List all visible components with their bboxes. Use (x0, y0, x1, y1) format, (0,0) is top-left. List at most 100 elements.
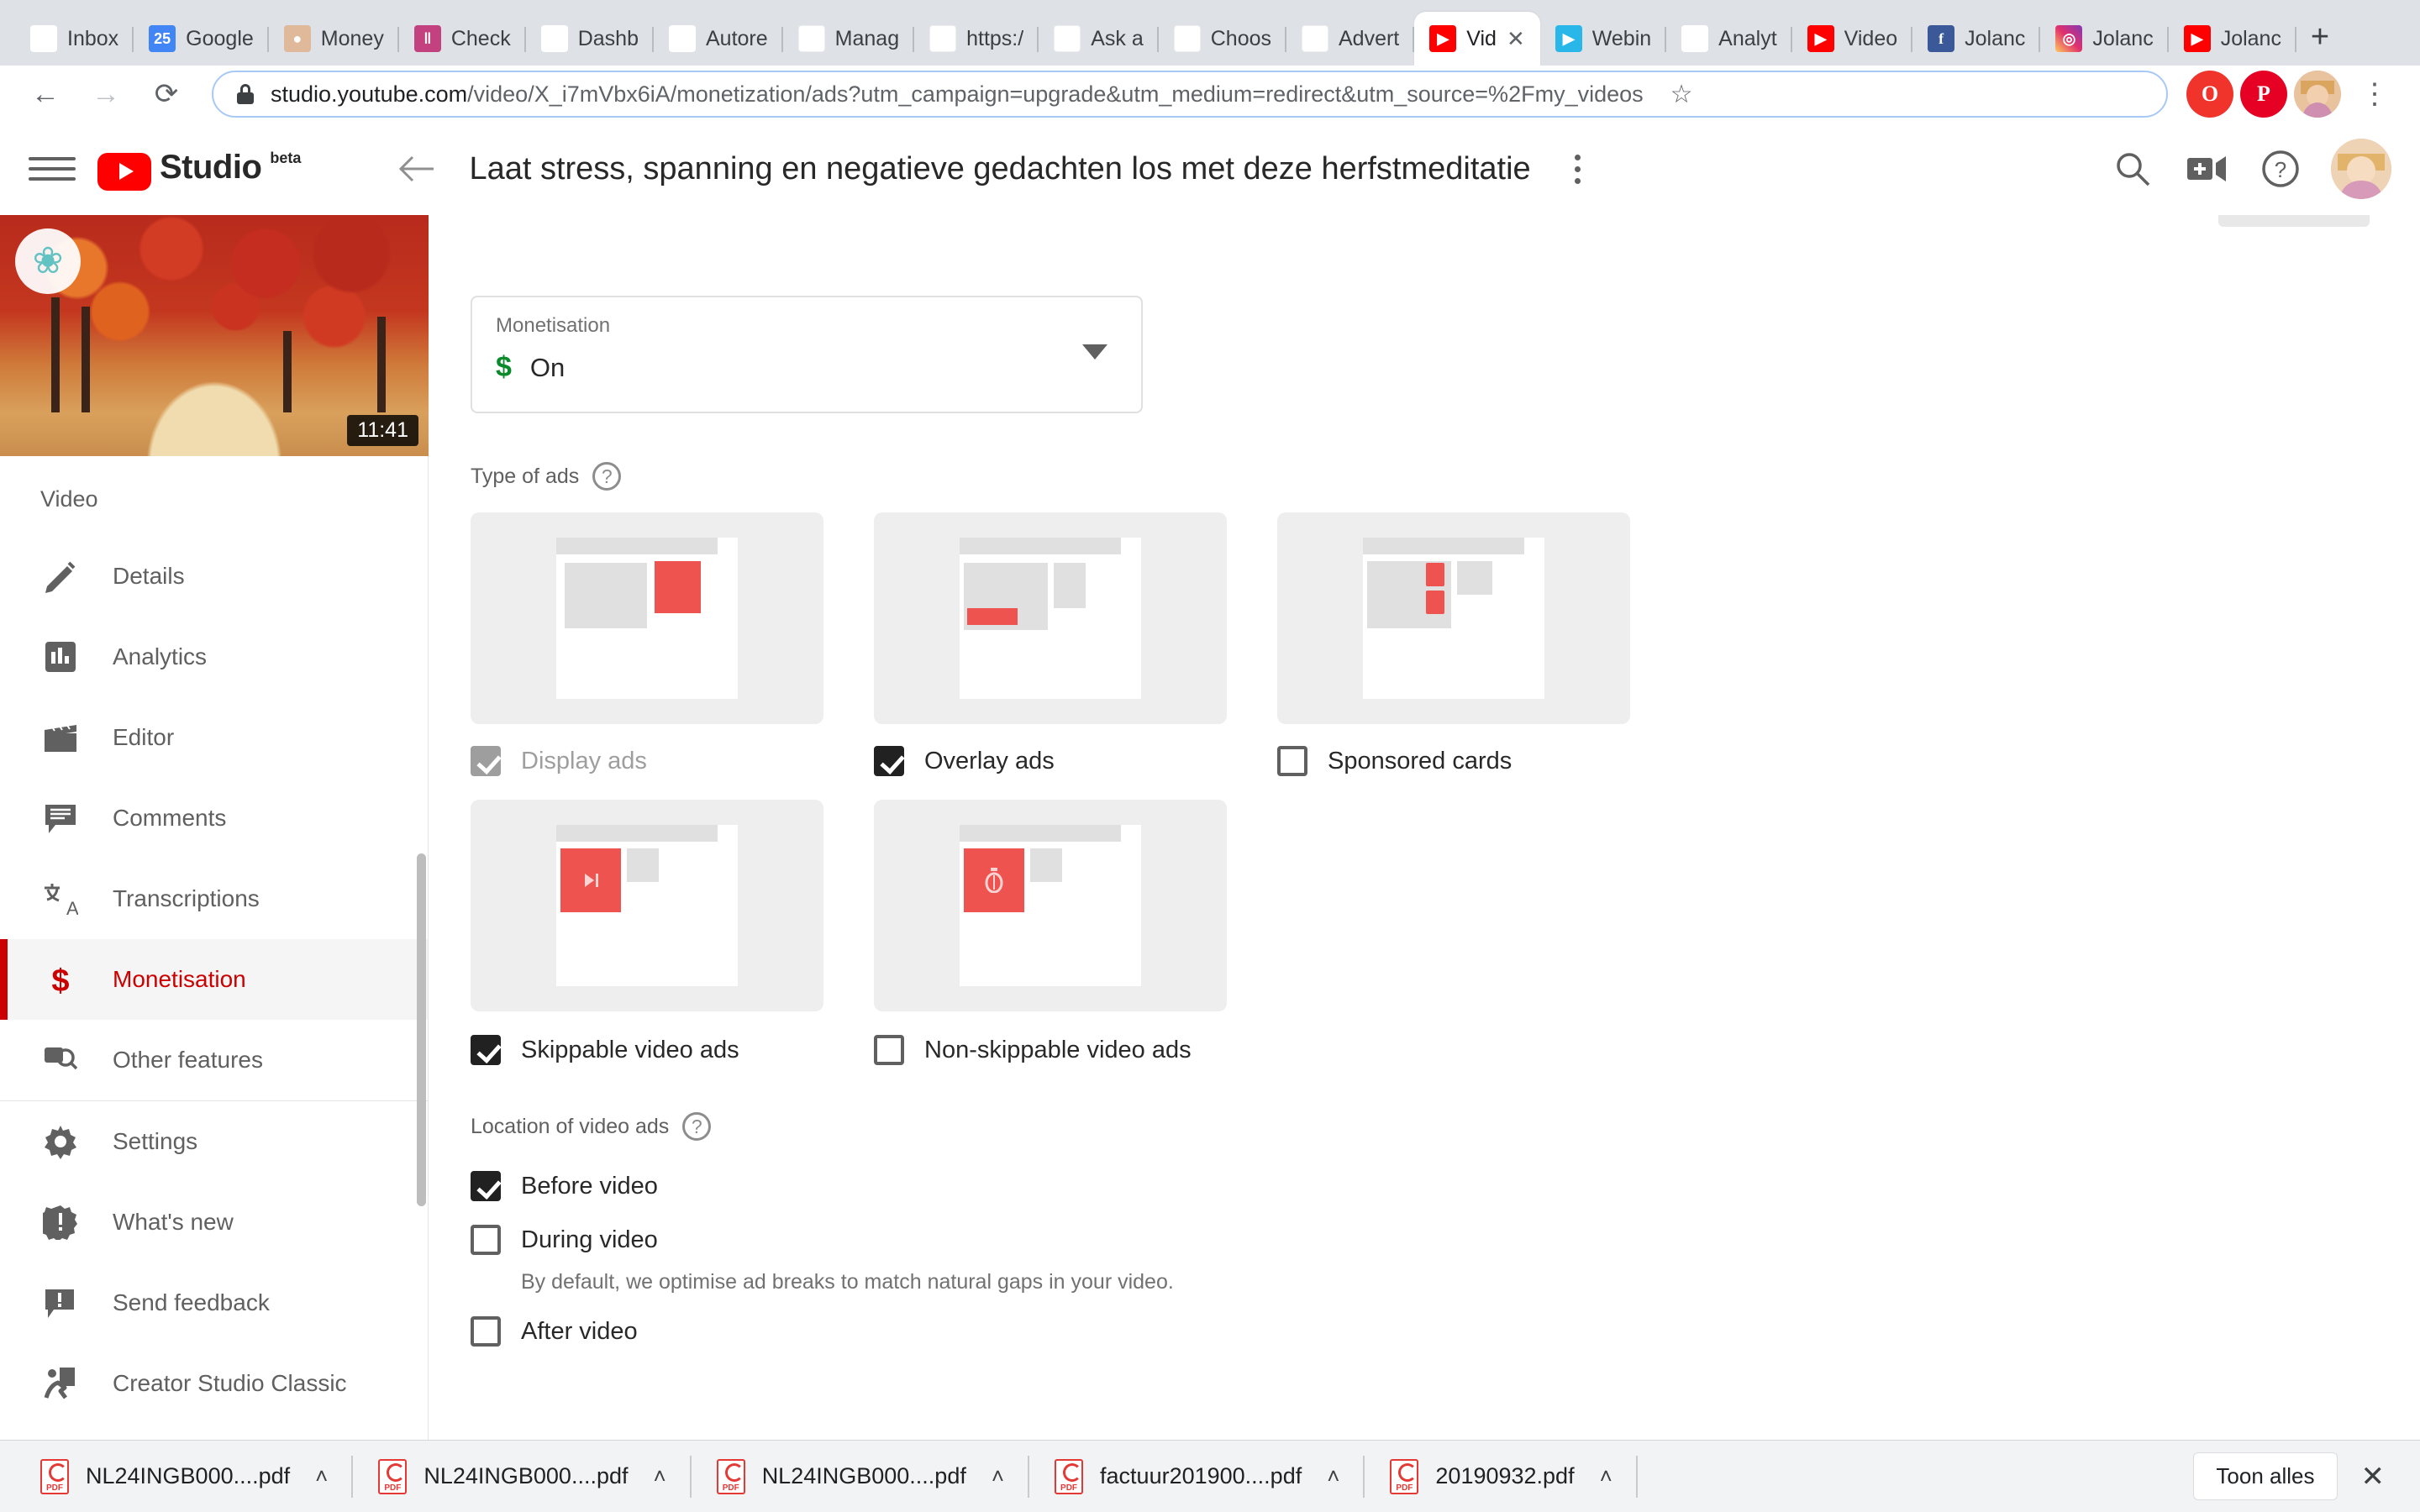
checkbox-during-video[interactable]: During video (471, 1213, 2420, 1267)
sidebar-scrollbar[interactable] (417, 853, 426, 1206)
browser-tab[interactable]: ▶ Vid ✕ (1414, 12, 1540, 66)
search-icon[interactable] (2101, 137, 2165, 201)
browser-tab[interactable]: ▶ Jolanc (2169, 12, 2296, 66)
checkbox-box[interactable] (874, 1035, 904, 1065)
download-item[interactable]: PDF factuur201900....pdf ˄ (1029, 1451, 1365, 1503)
help-icon[interactable]: ? (592, 462, 622, 491)
close-download-bar-icon[interactable]: ✕ (2361, 1460, 2386, 1494)
tab-label: Ask a (1091, 26, 1144, 50)
sidebar-item-creator-studio-classic[interactable]: Creator Studio Classic (0, 1343, 428, 1424)
create-video-icon[interactable] (2175, 137, 2238, 201)
omnibox-bar: ← → ⟳ studio.youtube.com/video/X_i7mVbx6… (0, 66, 2420, 123)
browser-tab[interactable]: 25 Google (134, 12, 269, 66)
video-thumbnail[interactable]: ❀ 11:41 (0, 215, 429, 456)
checkbox-skippable-video-ads[interactable]: Skippable video ads (471, 1035, 874, 1065)
sidebar-item-details[interactable]: Details (0, 536, 428, 617)
help-icon[interactable]: ? (682, 1112, 712, 1141)
studio-body: ❀ 11:41 Video Details Analytics Editor Comm… (0, 215, 2420, 1440)
checkbox-box[interactable] (471, 1316, 501, 1347)
browser-tab[interactable]: Ghttps:/ (914, 12, 1039, 66)
tab-label: Check (450, 26, 511, 50)
browser-tab[interactable]: ● Money (269, 12, 399, 66)
new-tab-button[interactable]: + (2296, 13, 2344, 60)
browser-tab[interactable]: G Advert (1286, 12, 1415, 66)
account-avatar[interactable] (2331, 139, 2391, 199)
browser-tab[interactable]: ▶ Video (1792, 12, 1913, 66)
checkbox-label: Overlay ads (924, 747, 1055, 774)
checkbox-overlay-ads[interactable]: Overlay ads (874, 746, 1277, 776)
skippable-ads-mockup (556, 825, 738, 986)
address-bar[interactable]: studio.youtube.com/video/X_i7mVbx6iA/mon… (212, 71, 2168, 118)
checkbox-sponsored-cards[interactable]: Sponsored cards (1277, 746, 1512, 776)
sidebar-item-label: Comments (113, 805, 227, 831)
close-icon[interactable]: ✕ (1507, 28, 1525, 50)
sidebar-item-editor[interactable]: Editor (0, 697, 428, 778)
chevron-down-icon[interactable] (1082, 344, 1107, 360)
checkbox-box[interactable] (471, 1171, 501, 1201)
browser-tab[interactable]: ℒ Autore (654, 12, 783, 66)
checkbox-after-video[interactable]: After video (471, 1305, 2420, 1358)
chevron-up-icon[interactable]: ˄ (992, 1463, 1004, 1489)
checkbox-before-video[interactable]: Before video (471, 1159, 2420, 1213)
browser-tab[interactable]: G Manag (783, 12, 915, 66)
more-options-icon[interactable] (1553, 144, 1603, 194)
browser-tab[interactable]: f Jolanc (1912, 12, 2041, 66)
chevron-up-icon[interactable]: ˄ (1600, 1463, 1612, 1489)
bookmark-star-icon[interactable]: ☆ (1659, 80, 1693, 109)
browser-menu-button[interactable]: ⋮ (2348, 67, 2402, 121)
chevron-up-icon[interactable]: ˄ (654, 1463, 666, 1489)
browser-tab[interactable]: ◎ Jolanc (2040, 12, 2169, 66)
download-item[interactable]: PDF NL24INGB000....pdf ˄ (15, 1451, 354, 1503)
chevron-up-icon[interactable]: ˄ (1327, 1463, 1339, 1489)
youtube-studio-logo[interactable]: Studio beta (97, 148, 301, 191)
checkbox-label: Before video (521, 1172, 658, 1200)
browser-tab[interactable]: G Ask a (1039, 12, 1159, 66)
pinterest-extension-icon[interactable]: P (2240, 71, 2287, 118)
url-text: studio.youtube.com/video/X_i7mVbx6iA/mon… (271, 81, 1644, 108)
forward-button[interactable]: → (79, 67, 133, 121)
thumbnail-tree (81, 307, 90, 413)
reload-button[interactable]: ⟳ (139, 67, 193, 121)
sidebar-item-settings[interactable]: Settings (0, 1101, 428, 1182)
chevron-up-icon[interactable]: ˄ (315, 1463, 328, 1489)
download-item[interactable]: PDF NL24INGB000....pdf ˄ (692, 1451, 1030, 1503)
pdf-file-icon: PDF (1390, 1458, 1419, 1494)
sidebar-item-what-s-new[interactable]: What's new (0, 1182, 428, 1263)
sidebar-item-other-features[interactable]: Other features (0, 1020, 428, 1100)
sidebar-item-label: Details (113, 563, 185, 589)
sidebar-item-monetisation[interactable]: $ Monetisation (0, 939, 428, 1020)
browser-tab[interactable]: ‖ Check (399, 12, 526, 66)
show-all-downloads-button[interactable]: Toon alles (2193, 1452, 2338, 1500)
browser-profile-avatar[interactable] (2294, 71, 2341, 118)
display-ads-mockup (556, 538, 738, 699)
other-features-icon (40, 1040, 81, 1080)
checkbox-box[interactable] (471, 1035, 501, 1065)
browser-tab[interactable]: ❀ Dashb (526, 12, 654, 66)
download-file-name: NL24INGB000....pdf (86, 1463, 291, 1488)
sidebar-item-transcriptions[interactable]: A Transcriptions (0, 858, 428, 939)
sidebar-item-comments[interactable]: Comments (0, 778, 428, 858)
download-item[interactable]: PDF NL24INGB000....pdf ˄ (353, 1451, 692, 1503)
browser-tab[interactable]: G Choos (1159, 12, 1286, 66)
sidebar-item-send-feedback[interactable]: Send feedback (0, 1263, 428, 1343)
sidebar-item-analytics[interactable]: Analytics (0, 617, 428, 697)
sidebar-item-label: Editor (113, 724, 175, 750)
opera-extension-icon[interactable]: O (2186, 71, 2233, 118)
checkbox-box[interactable] (1277, 746, 1307, 776)
download-item[interactable]: PDF 20190932.pdf ˄ (1365, 1451, 1639, 1503)
checkbox-box[interactable] (471, 1225, 501, 1255)
help-icon[interactable]: ? (2249, 137, 2312, 201)
tab-label: Advert (1339, 26, 1400, 50)
back-button[interactable]: ← (18, 67, 72, 121)
browser-tab[interactable]: ▂▅█ Analyt (1666, 12, 1792, 66)
page-title: Laat stress, spanning en negatieve gedac… (469, 150, 1531, 186)
monetisation-select[interactable]: Monetisation $ On (471, 296, 1143, 413)
checkbox-box[interactable] (471, 746, 501, 776)
back-arrow-icon[interactable] (390, 142, 444, 196)
browser-tab[interactable]: M Inbox (15, 12, 134, 66)
checkbox-non-skippable-video-ads[interactable]: Non-skippable video ads (874, 1035, 1192, 1065)
checkbox-display-ads[interactable]: Display ads (471, 746, 874, 776)
checkbox-box[interactable] (874, 746, 904, 776)
browser-tab[interactable]: ▶ Webin (1540, 12, 1667, 66)
menu-hamburger-icon[interactable] (29, 145, 76, 192)
